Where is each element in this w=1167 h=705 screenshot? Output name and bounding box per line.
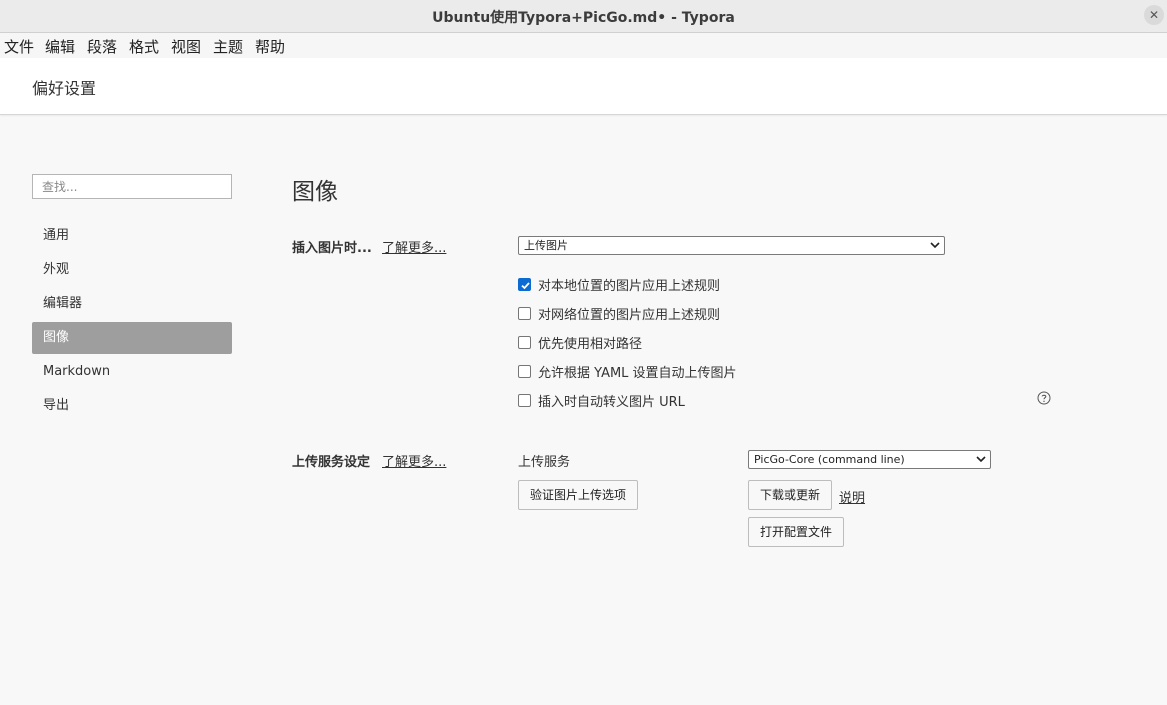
search-input[interactable] (32, 174, 232, 199)
option-relative-path-label: 优先使用相对路径 (538, 336, 643, 352)
menubar: 文件 编辑 段落 格式 视图 主题 帮助 (0, 33, 1167, 58)
sidebar-item-general[interactable]: 通用 (32, 220, 232, 252)
checkmark-icon (521, 281, 530, 289)
insert-image-label: 插入图片时... (292, 241, 372, 256)
upload-service-select[interactable]: PicGo-Core (command line) (748, 450, 991, 469)
menu-theme[interactable]: 主题 (213, 36, 243, 57)
option-network-images[interactable]: 对网络位置的图片应用上述规则 (518, 305, 721, 323)
upload-learn-more-link[interactable]: 了解更多... (382, 451, 446, 470)
help-icon[interactable] (1037, 391, 1051, 405)
insert-action-select[interactable]: 上传图片 (518, 236, 945, 255)
option-yaml-upload-checkbox[interactable] (518, 364, 531, 378)
sidebar-item-markdown[interactable]: Markdown (32, 356, 232, 388)
verify-upload-button[interactable]: 验证图片上传选项 (518, 480, 638, 510)
close-window-button[interactable]: ✕ (1144, 5, 1164, 25)
menu-view[interactable]: 视图 (171, 36, 201, 57)
menu-file[interactable]: 文件 (4, 36, 34, 57)
option-escape-url-checkbox[interactable] (518, 393, 531, 407)
insert-learn-more-link[interactable]: 了解更多... (382, 237, 446, 256)
option-network-images-checkbox[interactable] (518, 306, 531, 320)
section-title: 图像 (292, 179, 338, 205)
open-config-file-button[interactable]: 打开配置文件 (748, 517, 844, 547)
preferences-header: 偏好设置 (0, 58, 1167, 115)
download-update-button[interactable]: 下载或更新 (748, 480, 832, 510)
insert-action-select-value: 上传图片 (524, 239, 568, 252)
chevron-down-icon (930, 242, 940, 249)
option-relative-path[interactable]: 优先使用相对路径 (518, 334, 643, 352)
upload-service-label: 上传服务 (518, 455, 571, 470)
sidebar-item-export[interactable]: 导出 (32, 390, 232, 422)
window-titlebar: Ubuntu使用Typora+PicGo.md• - Typora ✕ (0, 0, 1167, 33)
menu-format[interactable]: 格式 (129, 36, 159, 57)
menu-edit[interactable]: 编辑 (45, 36, 75, 57)
option-local-images-label: 对本地位置的图片应用上述规则 (538, 278, 721, 294)
option-relative-path-checkbox[interactable] (518, 335, 531, 349)
chevron-down-icon (976, 456, 986, 463)
option-network-images-label: 对网络位置的图片应用上述规则 (538, 307, 721, 323)
sidebar-item-editor[interactable]: 编辑器 (32, 288, 232, 320)
menu-paragraph[interactable]: 段落 (87, 36, 117, 57)
window-title: Ubuntu使用Typora+PicGo.md• - Typora (432, 10, 735, 26)
menu-help[interactable]: 帮助 (255, 36, 285, 57)
option-yaml-upload-label: 允许根据 YAML 设置自动上传图片 (538, 365, 737, 381)
option-local-images-checkbox[interactable] (518, 277, 531, 291)
option-yaml-upload[interactable]: 允许根据 YAML 设置自动上传图片 (518, 363, 737, 381)
upload-service-select-value: PicGo-Core (command line) (754, 453, 905, 466)
option-escape-url[interactable]: 插入时自动转义图片 URL (518, 392, 685, 410)
option-escape-url-label: 插入时自动转义图片 URL (538, 394, 685, 410)
preferences-title: 偏好设置 (32, 79, 97, 98)
explain-link[interactable]: 说明 (839, 487, 865, 506)
upload-service-settings-label: 上传服务设定 (292, 455, 371, 470)
sidebar-item-image[interactable]: 图像 (32, 322, 232, 354)
sidebar-item-appearance[interactable]: 外观 (32, 254, 232, 286)
option-local-images[interactable]: 对本地位置的图片应用上述规则 (518, 276, 721, 294)
